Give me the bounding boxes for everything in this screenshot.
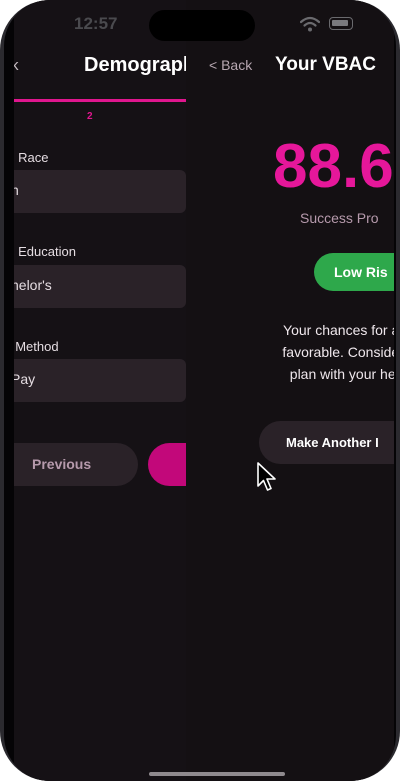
mouse-pointer-icon [257,462,276,491]
race-label: s Race [14,150,49,165]
page-title: Demograpl [84,54,186,76]
make-another-label: Make Another I [286,435,379,450]
wifi-icon [300,16,320,32]
phone-bezel: k Demograpl 2 s Race n s Education helor… [4,0,396,781]
back-button[interactable]: < Back [209,57,252,73]
education-value: helor's [14,277,52,293]
page-title: Your VBAC [275,54,376,75]
next-button[interactable] [148,443,186,486]
message-line: Your chances for a suc [283,322,394,338]
demographics-screen: k Demograpl 2 s Race n s Education helor… [14,0,186,781]
status-time: 12:57 [74,14,118,33]
payment-method-value: Pay [14,371,36,387]
success-probability-value: 88.6 [273,132,394,201]
risk-label: Low Ris [334,264,388,280]
race-value: n [14,182,19,198]
previous-button[interactable]: Previous [14,443,138,486]
payment-method-label: t Method [14,339,59,354]
step-number: 2 [87,111,93,122]
dynamic-island [149,10,255,41]
back-button[interactable]: k [14,57,19,74]
race-field[interactable]: n [14,170,186,213]
make-another-button[interactable]: Make Another I [259,421,394,464]
risk-badge: Low Ris [314,253,394,291]
screen: k Demograpl 2 s Race n s Education helor… [14,0,394,781]
phone-frame: k Demograpl 2 s Race n s Education helor… [0,0,400,781]
result-message: Your chances for a suc favorable. Consid… [224,319,394,385]
success-probability-label: Success Pro [300,210,379,226]
message-line: favorable. Consider dis [282,344,394,360]
battery-icon [329,17,353,30]
education-field[interactable]: helor's [14,265,186,308]
progress-bar [14,99,186,102]
message-line: plan with your health [289,366,394,382]
education-label: s Education [14,244,76,259]
payment-method-field[interactable]: Pay [14,359,186,402]
previous-label: Previous [32,456,92,472]
result-screen: < Back Your VBAC 88.6 Success Pro Low Ri… [186,0,394,781]
home-indicator [149,772,285,776]
